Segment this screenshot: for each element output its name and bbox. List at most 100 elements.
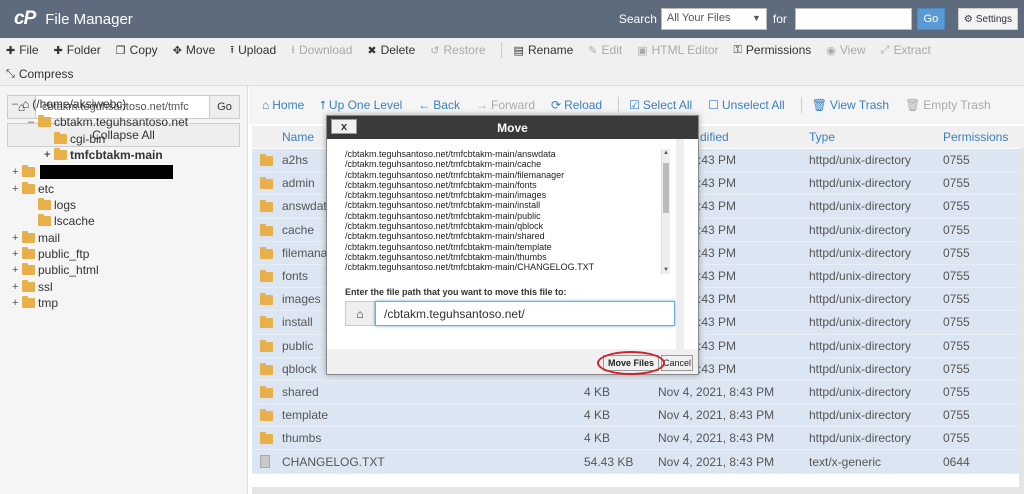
toolbar-button-label: Delete [380,43,416,57]
col-type[interactable]: Type [809,130,835,144]
scroll-down-icon[interactable]: ▼ [663,267,669,273]
file-name: qblock [282,361,317,376]
toolbar-delete-button[interactable]: ✖ Delete [367,43,415,57]
scroll-thumb[interactable] [663,163,669,213]
toolbar-button-label: Permissions [745,43,812,57]
expand-icon[interactable]: + [12,248,22,260]
col-modified[interactable]: dified [700,130,729,144]
scroll-up-icon[interactable]: ▲ [663,150,669,156]
home-icon: ⌂ [262,98,270,112]
search-input[interactable] [794,8,912,30]
toolbar-file-button[interactable]: ✚ File [6,43,39,57]
tree-item-label: lscache [54,214,95,228]
folder-icon [22,280,35,292]
file-permissions: 0644 [943,454,970,469]
toolbar-restore-button[interactable]: ↺ Restore [430,43,485,57]
expand-icon[interactable]: + [12,264,22,276]
file-type: httpd/unix-directory [809,431,912,446]
search-scope-value: All Your Files [666,12,731,24]
nav-up-one-level-button[interactable]: ⭡ Up One Level [320,98,402,113]
expand-icon[interactable]: + [12,183,22,195]
download-icon: ⭳ [291,43,295,56]
toolbar-folder-button[interactable]: ✚ Folder [54,43,101,57]
toolbar-button-label: Rename [527,43,574,57]
toolbar-move-button[interactable]: ✥ Move [173,43,216,57]
collapse-icon[interactable]: – [12,98,22,110]
horizontal-scrollbar[interactable] [252,487,1021,494]
file-list-scrollbar[interactable]: ▲ ▼ [661,149,670,274]
folder-icon [260,154,273,166]
table-row[interactable]: shared 4 KB Nov 4, 2021, 8:43 PM httpd/unix… [252,380,1021,405]
nav-view-trash-button[interactable]: 🗑 View Trash [812,98,889,112]
tree-item[interactable]: + public_ftp [12,246,89,262]
toolbar-upload-button[interactable]: ⭱ Upload [230,41,276,60]
expand-icon[interactable]: + [12,232,22,244]
table-row[interactable]: CHANGELOG.TXT 54.43 KB Nov 4, 2021, 8:43 P… [252,450,1021,474]
file-modified: Nov 4, 2021, 8:43 PM [658,384,775,399]
tree-item[interactable]: logs [28,197,76,213]
tree-item[interactable]: + ssl [12,279,53,295]
selected-file-path: /cbtakm.teguhsantoso.net/tmfcbtakm-main/… [345,251,547,262]
vertical-scrollbar[interactable] [1019,148,1024,494]
toolbar-copy-button[interactable]: ❐ Copy [116,43,158,57]
nav-label: Up One Level [328,98,403,112]
html-editor-icon: ▣ [637,44,648,57]
toolbar-compress-button[interactable]: ⤡ Compress [6,67,74,81]
tree-item[interactable]: + mail [12,230,60,246]
cancel-button[interactable]: Cancel [661,355,693,371]
tree-item-label: tmfcbtakm-main [70,148,163,162]
search-go-button[interactable]: Go [916,8,945,30]
toolbar-view-button[interactable]: ◉ View [826,43,865,57]
tree-item[interactable]: + [12,164,173,180]
nav-forward-button[interactable]: → Forward [476,98,535,112]
collapse-icon[interactable]: – [28,116,38,128]
file-size: 54.43 KB [584,454,634,469]
file-type: httpd/unix-directory [809,245,912,260]
settings-button[interactable]: ⚙ Settings [957,8,1018,30]
tree-item[interactable]: + public_html [12,262,99,278]
tree-item[interactable]: + tmp [12,295,58,311]
toolbar-extract-button[interactable]: ⤢ Extract [881,43,931,57]
path-go-button[interactable]: Go [209,96,239,118]
col-name[interactable]: Name [282,130,314,144]
table-row[interactable]: thumbs 4 KB Nov 4, 2021, 8:43 PM httpd/unix… [252,427,1021,451]
search-scope-select[interactable]: All Your Files ▼ [660,8,767,30]
nav-home-button[interactable]: ⌂ Home [262,98,304,112]
nav-select-all-button[interactable]: ☑ Select All [629,98,692,112]
table-row[interactable]: template 4 KB Nov 4, 2021, 8:43 PM httpd/un… [252,404,1021,428]
selected-file-path: /cbtakm.teguhsantoso.net/tmfcbtakm-main/… [345,262,595,273]
toolbar-permissions-button[interactable]: ⚿ Permissions [734,43,812,57]
settings-label: Settings [975,13,1012,25]
nav-reload-button[interactable]: ⟳ Reload [551,98,602,112]
tree-item[interactable]: lscache [28,213,95,229]
tree-item[interactable]: cgi-bin [44,131,105,147]
expand-icon[interactable]: + [12,166,22,178]
tree-item[interactable]: – cbtakm.teguhsantoso.net [28,114,188,130]
col-permissions[interactable]: Permissions [943,130,1008,144]
destination-path-input[interactable]: /cbtakm.teguhsantoso.net/ [375,301,675,326]
tree-item[interactable]: + etc [12,181,54,197]
close-button[interactable]: x [331,119,357,134]
file-text-icon [260,455,270,469]
file-name: cache [282,222,315,237]
expand-icon[interactable]: + [12,297,22,309]
nav-unselect-all-button[interactable]: ☐ Unselect All [708,98,784,112]
dialog-scrollbar[interactable] [676,139,684,349]
toolbar-edit-button[interactable]: ✎ Edit [588,43,622,57]
tree-item[interactable]: – ⌂ (/home/aksiwebc) [12,96,126,112]
toolbar-download-button[interactable]: ⭳ Download [291,41,352,60]
nav-empty-trash-button[interactable]: 🗑 Empty Trash [905,98,991,112]
tree-item[interactable]: + tmfcbtakm-main [44,147,163,163]
toolbar-rename-button[interactable]: ▤ Rename [514,43,574,57]
trash-icon: 🗑 [811,98,827,112]
expand-icon[interactable]: + [12,281,22,293]
toolbar-html-editor-button[interactable]: ▣ HTML Editor [637,43,718,57]
nav-back-button[interactable]: ← Back [418,98,460,112]
file-size: 4 KB [584,384,611,399]
folder-icon [260,223,273,236]
select-all-icon: ☑ [629,98,640,112]
selected-file-path: /cbtakm.teguhsantoso.net/tmfcbtakm-main/… [345,169,565,180]
expand-icon[interactable]: + [44,149,54,161]
file-permissions: 0755 [943,222,970,237]
file-size: 4 KB [584,431,611,446]
